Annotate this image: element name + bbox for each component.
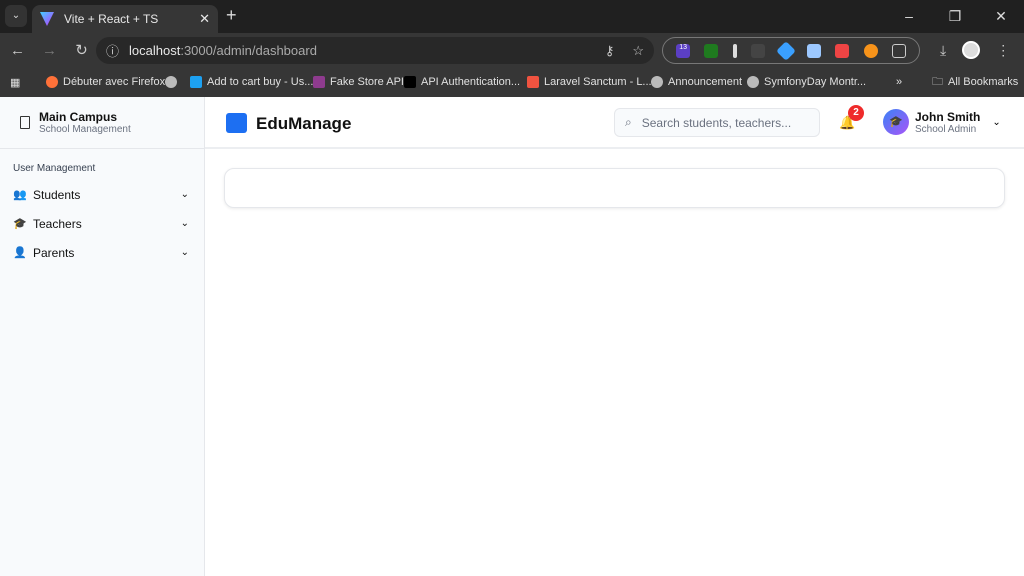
more-bookmarks-icon[interactable]: » <box>896 67 902 97</box>
vite-favicon-icon <box>40 12 54 26</box>
campus-name: Main Campus <box>39 110 118 124</box>
profile-avatar[interactable] <box>962 41 981 59</box>
extension-blue-icon[interactable] <box>776 40 796 61</box>
restore-button[interactable]: ❐ <box>932 0 978 32</box>
sidebar-item-teachers[interactable]: 🎓 Teachers ⌄ <box>0 209 204 238</box>
user-name: John Smith <box>915 109 981 124</box>
search-input[interactable] <box>641 115 802 130</box>
extension-docs-icon[interactable] <box>807 43 822 58</box>
campus-subtitle: School Management <box>39 124 131 135</box>
bookmark-item[interactable]: Announcement <box>651 67 742 97</box>
bookmark-item[interactable] <box>165 67 177 97</box>
minimize-button[interactable]: – <box>886 0 932 32</box>
browser-toolbar: ← → ↻ ⓘ localhost:3000/admin/dashboard ⚷… <box>0 33 1024 67</box>
site-info-icon[interactable]: ⓘ <box>106 41 119 60</box>
address-bar[interactable]: ⓘ localhost:3000/admin/dashboard ⚷ ☆ <box>96 37 654 64</box>
extensions-puzzle-icon[interactable] <box>891 43 906 58</box>
campus-info: Main Campus School Management <box>0 97 204 149</box>
tab-title: Vite + React + TS <box>64 12 159 26</box>
building-icon <box>20 116 30 129</box>
bookmark-item[interactable]: Fake Store API <box>313 67 404 97</box>
chevron-down-icon: ⌄ <box>180 247 189 258</box>
sidebar-item-parents[interactable]: 👤 Parents ⌄ <box>0 238 204 267</box>
eyedropper-extension-icon[interactable] <box>732 43 737 58</box>
download-icon[interactable]: ⤓ <box>940 42 946 59</box>
graduation-cap-icon: 🎓 <box>13 218 27 230</box>
extension-red-icon[interactable] <box>835 43 850 58</box>
reload-button[interactable]: ↻ <box>67 41 96 59</box>
url-host: localhost <box>129 43 181 58</box>
extensions-group: 13 <box>662 37 920 64</box>
menu-kebab-icon[interactable]: ⋮ <box>996 42 1010 59</box>
search-icon: ⌕ <box>625 115 632 129</box>
bookmark-item[interactable]: SymfonyDay Montr... <box>747 67 866 97</box>
bookmark-item[interactable]: Débuter avec Firefox <box>46 67 165 97</box>
extension-orange-icon[interactable] <box>863 43 878 58</box>
font-extension-icon[interactable] <box>750 43 765 58</box>
chevron-down-icon[interactable]: ⌄ <box>992 117 1000 128</box>
user-avatar: 🎓 <box>883 109 909 135</box>
sidebar: Main Campus School Management User Manage… <box>0 97 205 576</box>
edumanage-logo-icon <box>226 113 247 133</box>
bookmark-star-icon[interactable]: ☆ <box>632 43 644 59</box>
all-bookmarks[interactable]: 🗀 All Bookmarks <box>932 67 1018 97</box>
sidebar-item-students[interactable]: 👥 Students ⌄ <box>0 180 204 209</box>
notification-badge: 2 <box>848 105 864 121</box>
bookmark-item[interactable]: Laravel Sanctum - L... <box>527 67 652 97</box>
new-tab-button[interactable]: + <box>226 5 237 26</box>
password-key-icon[interactable]: ⚷ <box>605 43 615 59</box>
user-role: School Admin <box>915 123 977 135</box>
app-header: EduManage ⌕ 🔔 2 🎓 John SmithSchool Admin… <box>205 97 1024 149</box>
bookmarks-bar: ▦ Débuter avec Firefox Add to cart buy -… <box>0 67 1024 97</box>
back-button[interactable]: ← <box>3 42 32 59</box>
search-box[interactable]: ⌕ <box>614 108 820 137</box>
content-card <box>224 168 1005 208</box>
extension-green-icon[interactable] <box>704 43 719 58</box>
folder-icon: 🗀 <box>932 75 943 88</box>
user-icon: 👤 <box>13 247 27 259</box>
apps-grid-icon[interactable]: ▦ <box>10 67 20 97</box>
bookmark-item[interactable]: Add to cart buy - Us... <box>190 67 313 97</box>
close-tab-icon[interactable]: ✕ <box>199 11 210 27</box>
all-bookmarks-label: All Bookmarks <box>948 76 1019 88</box>
forward-button[interactable]: → <box>35 42 64 59</box>
browser-tab[interactable]: Vite + React + TS ✕ <box>32 5 218 33</box>
chevron-down-icon: ⌄ <box>180 189 189 200</box>
browser-tab-bar: ⌄ Vite + React + TS ✕ + – ❐ ✕ <box>0 0 1024 33</box>
user-menu[interactable]: 🎓 John Smith School Admin ⌄ <box>883 109 1001 135</box>
extension-calendar-icon[interactable]: 13 <box>676 43 691 58</box>
url-path: :3000/admin/dashboard <box>180 43 317 58</box>
tab-search-button[interactable]: ⌄ <box>5 5 27 27</box>
chevron-down-icon: ⌄ <box>180 218 189 229</box>
section-title: User Management <box>13 163 96 174</box>
brand-name: EduManage <box>256 114 352 133</box>
bookmark-item[interactable]: API Authentication... <box>404 67 520 97</box>
users-icon: 👥 <box>13 189 27 201</box>
close-window-button[interactable]: ✕ <box>978 0 1024 32</box>
